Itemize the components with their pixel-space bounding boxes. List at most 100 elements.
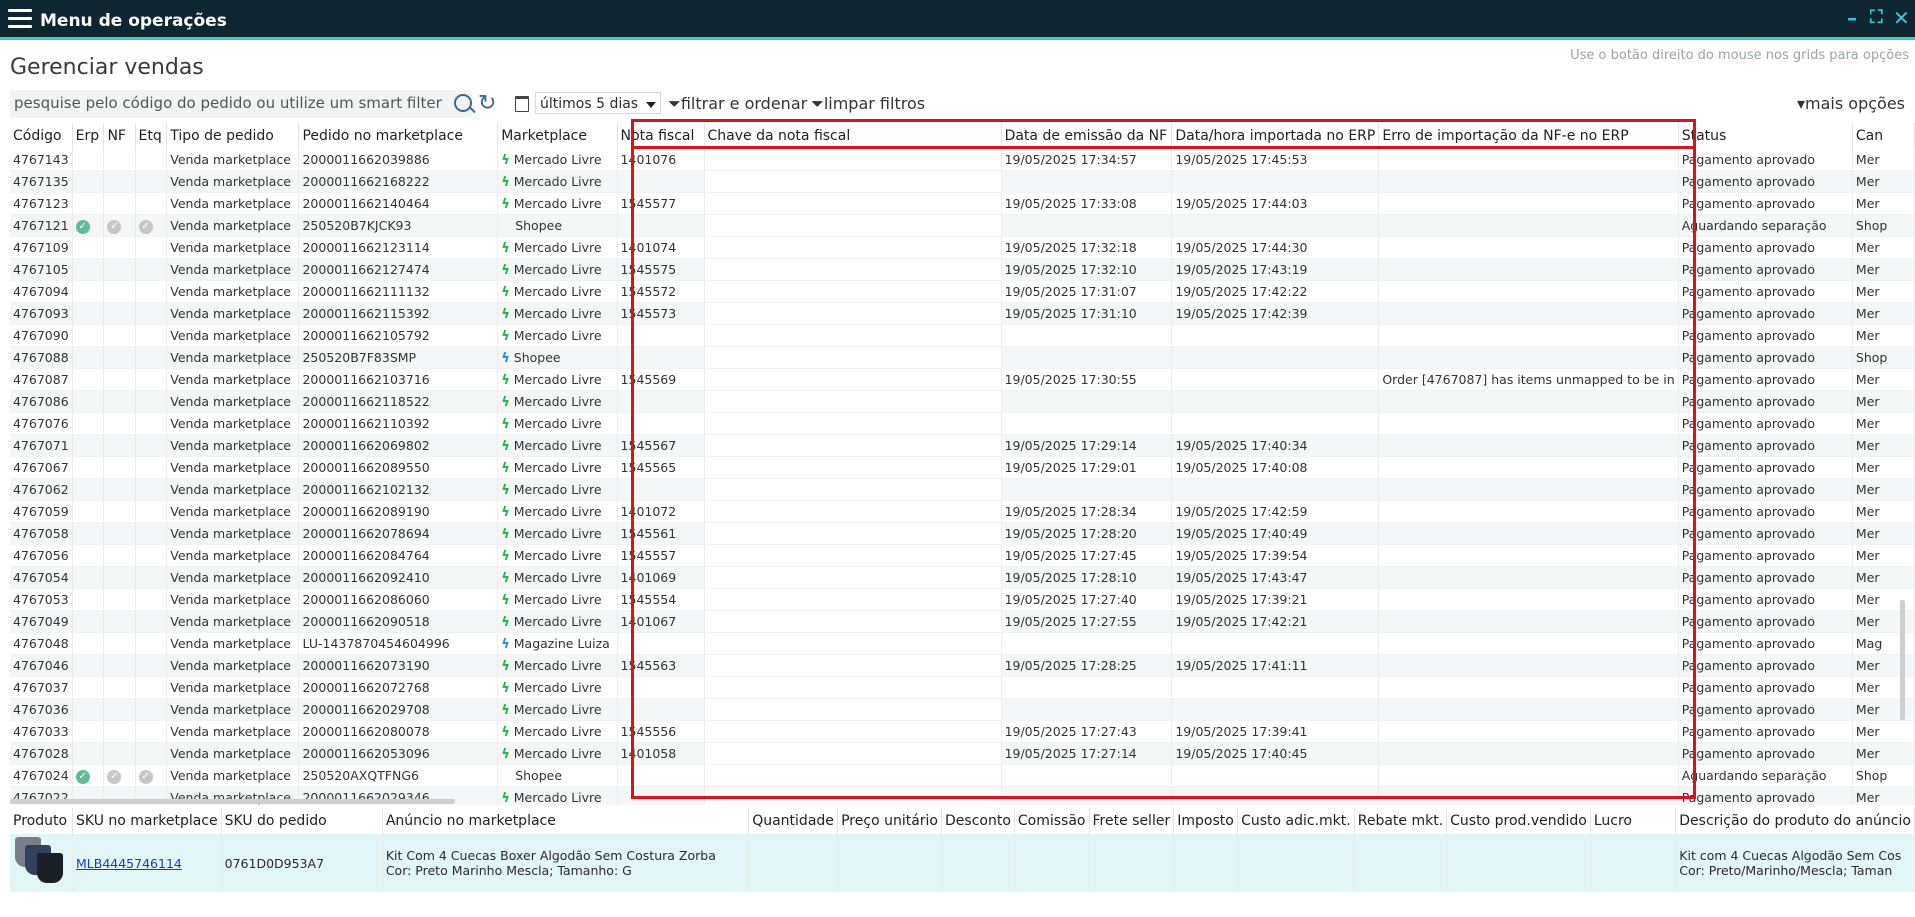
order-row[interactable]: 4767037 Venda marketplace 2000011662072768… [10, 676, 1915, 699]
order-row[interactable]: 4767049 Venda marketplace 2000011662090518… [10, 610, 1915, 633]
cell-erp [72, 654, 105, 677]
detail-col-header-custo-adic[interactable]: Custo adic.mkt. [1237, 808, 1355, 834]
detail-col-header-imposto[interactable]: Imposto [1173, 808, 1239, 834]
detail-col-header-sku-pedido[interactable]: SKU do pedido [221, 808, 383, 834]
detail-col-header-sku-marketplace[interactable]: SKU no marketplace [72, 808, 222, 834]
order-row[interactable]: 4767062 Venda marketplace 2000011662102132… [10, 478, 1915, 501]
order-row[interactable]: 4767036 Venda marketplace 2000011662029708… [10, 698, 1915, 721]
order-row[interactable]: 4767076 Venda marketplace 2000011662110392… [10, 412, 1915, 435]
order-row[interactable]: 4767048 Venda marketplace LU-1437870454604… [10, 632, 1915, 655]
order-row[interactable]: 4767094 Venda marketplace 2000011662111132… [10, 280, 1915, 303]
cell-erp [72, 346, 105, 369]
detail-col-header-desconto[interactable]: Desconto [941, 808, 1015, 834]
detail-col-header-preco-unitario[interactable]: Preço unitário [837, 808, 942, 834]
cell-pedido-marketplace: 2000011662073190 [298, 654, 499, 677]
more-options-button[interactable]: ▾mais opções [1797, 94, 1905, 113]
maximize-icon[interactable]: ⛶ [1870, 8, 1883, 28]
cell-etq [135, 149, 168, 171]
search-input[interactable] [10, 90, 448, 116]
filter-button[interactable]: ⏷filtrar e ordenar [668, 94, 807, 114]
cell-data-emissao-nf: 19/05/2025 17:33:08 [1001, 192, 1173, 215]
order-row[interactable]: 4767093 Venda marketplace 2000011662115392… [10, 302, 1915, 325]
sku-marketplace-link[interactable]: MLB4445746114 [76, 856, 182, 871]
close-icon[interactable]: ✕ [1893, 8, 1910, 28]
order-row[interactable]: 4767056 Venda marketplace 2000011662084764… [10, 544, 1915, 567]
detail-col-header-custo-prod[interactable]: Custo prod.vendido [1446, 808, 1591, 834]
order-row[interactable]: 4767123 Venda marketplace 2000011662140464… [10, 192, 1915, 215]
cell-etq [135, 676, 168, 699]
cell-marketplace: ϟ Mercado Livre [497, 170, 618, 193]
cell-codigo: 4767024 [10, 764, 73, 787]
more-options-caret-icon: ▾ [1797, 94, 1806, 113]
order-row[interactable]: 4767033 Venda marketplace 2000011662080078… [10, 720, 1915, 743]
cell-data-emissao-nf [1001, 390, 1173, 413]
search-icon[interactable] [454, 94, 472, 112]
col-header-marketplace[interactable]: Marketplace [497, 123, 618, 149]
order-row[interactable]: 4767071 Venda marketplace 2000011662069802… [10, 434, 1915, 457]
order-row[interactable]: 4767054 Venda marketplace 2000011662092410… [10, 566, 1915, 589]
detail-col-header-frete-seller[interactable]: Frete seller [1089, 808, 1175, 834]
marketplace-bolt-icon: ϟ [501, 746, 510, 762]
order-row[interactable]: 4767088 Venda marketplace 250520B7F83SMP ϟ S… [10, 346, 1915, 369]
erp-status-check-icon: ✓ [75, 220, 90, 234]
col-header-pedido-marketplace[interactable]: Pedido no marketplace [298, 123, 499, 149]
detail-col-header-rebate[interactable]: Rebate mkt. [1354, 808, 1448, 834]
order-row[interactable]: 4767087 Venda marketplace 2000011662103716… [10, 368, 1915, 391]
col-header-status[interactable]: Status [1678, 123, 1853, 149]
detail-col-header-quantidade[interactable]: Quantidade [748, 808, 839, 834]
order-row[interactable]: 4767105 Venda marketplace 2000011662127474… [10, 258, 1915, 281]
order-row[interactable]: 4767086 Venda marketplace 2000011662118522… [10, 390, 1915, 413]
cell-nf [103, 588, 136, 611]
product-image[interactable] [13, 835, 69, 891]
marketplace-bolt-icon: ϟ [501, 240, 510, 256]
col-header-etq[interactable]: Etq [135, 123, 168, 149]
order-row[interactable]: 4767024 ✓ ✓ ✓ Venda marketplace 250520AXQTFNG… [10, 764, 1915, 787]
detail-col-header-descricao[interactable]: Descrição do produto do anúncio [1675, 808, 1915, 834]
col-header-canal[interactable]: Can [1852, 123, 1915, 149]
order-row[interactable]: 4767121 ✓ ✓ ✓ Venda marketplace 250520B7KJCK9… [10, 214, 1915, 237]
order-row[interactable]: 4767143 Venda marketplace 2000011662039886… [10, 149, 1915, 171]
cell-data-importada-erp [1171, 676, 1380, 699]
cell-status: Pagamento aprovado [1678, 610, 1853, 633]
order-row[interactable]: 4767058 Venda marketplace 2000011662078694… [10, 522, 1915, 545]
cell-codigo: 4767053 [10, 588, 73, 611]
col-header-tipo-pedido[interactable]: Tipo de pedido [166, 123, 300, 149]
col-header-codigo[interactable]: Código [10, 123, 73, 149]
detail-col-header-lucro[interactable]: Lucro [1590, 808, 1677, 834]
order-row[interactable]: 4767046 Venda marketplace 2000011662073190… [10, 654, 1915, 677]
order-row[interactable]: 4767028 Venda marketplace 2000011662053096… [10, 742, 1915, 765]
cell-status: Pagamento aprovado [1678, 280, 1853, 303]
detail-col-header-comissao[interactable]: Comissão [1014, 808, 1090, 834]
clear-filters-button[interactable]: ⏷limpar filtros [811, 94, 925, 114]
detail-col-header-produto[interactable]: Produto [10, 808, 73, 834]
cell-nota-fiscal: 1401076 [617, 149, 705, 171]
date-range-select[interactable]: últimos 5 dias [535, 92, 661, 114]
order-row[interactable]: 4767053 Venda marketplace 2000011662086060… [10, 588, 1915, 611]
col-header-erp[interactable]: Erp [72, 123, 105, 149]
minimize-icon[interactable]: – [1847, 8, 1857, 28]
clear-filter-icon: ⏷ [811, 94, 824, 113]
order-item-row[interactable]: MLB4445746114 0761D0D953A7 Kit Com 4 Cue… [10, 834, 1915, 892]
order-row[interactable]: 4767135 Venda marketplace 2000011662168222… [10, 170, 1915, 193]
cell-etq [135, 302, 168, 325]
order-row[interactable]: 4767109 Venda marketplace 2000011662123114… [10, 236, 1915, 259]
col-header-nf[interactable]: NF [103, 123, 136, 149]
detail-col-header-anuncio[interactable]: Anúncio no marketplace [382, 808, 750, 834]
order-row[interactable]: 4767090 Venda marketplace 2000011662105792… [10, 324, 1915, 347]
refresh-icon[interactable]: ↻ [478, 90, 496, 118]
cell-status: Pagamento aprovado [1678, 654, 1853, 677]
cell-erp [72, 236, 105, 259]
cell-marketplace: ϟ Mercado Livre [497, 698, 618, 721]
horizontal-scrollbar[interactable] [10, 799, 455, 804]
hamburger-menu-icon[interactable] [8, 9, 32, 29]
order-row[interactable]: 4767059 Venda marketplace 2000011662089190… [10, 500, 1915, 523]
cell-status: Pagamento aprovado [1678, 566, 1853, 589]
cell-data-importada-erp: 19/05/2025 17:43:47 [1171, 566, 1380, 589]
vertical-scrollbar[interactable] [1900, 600, 1905, 720]
cell-data-emissao-nf: 19/05/2025 17:29:14 [1001, 434, 1173, 457]
order-row[interactable]: 4767067 Venda marketplace 2000011662089550… [10, 456, 1915, 479]
cell-status: Pagamento aprovado [1678, 236, 1853, 259]
cell-tipo-pedido: Venda marketplace [166, 434, 300, 457]
cell-marketplace: ϟ Mercado Livre [497, 478, 618, 501]
cell-tipo-pedido: Venda marketplace [166, 632, 300, 655]
